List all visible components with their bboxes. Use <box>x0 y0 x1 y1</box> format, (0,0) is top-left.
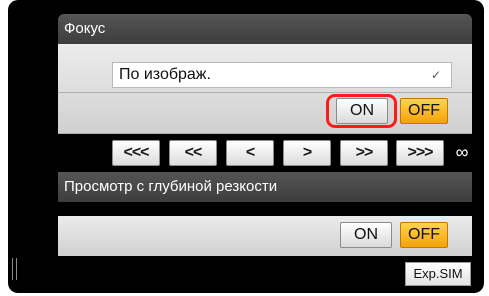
divider <box>58 92 472 93</box>
chevron-down-icon: ✓ <box>430 68 441 82</box>
infinity-icon: ∞ <box>455 142 469 162</box>
focus-on-highlight <box>326 94 397 128</box>
dof-off-button[interactable]: OFF <box>400 222 448 248</box>
focus-section-header: Фокус <box>58 14 472 44</box>
focus-near-1-button[interactable]: > <box>283 140 331 166</box>
focus-near-3-button[interactable]: >>> <box>396 140 444 166</box>
focus-far-3-button[interactable]: <<< <box>112 140 160 166</box>
dof-on-button[interactable]: ON <box>340 222 392 248</box>
exposure-simulation-badge: Exp.SIM <box>405 262 471 286</box>
dof-preview-section-header: Просмотр с глубиной резкости <box>58 172 472 202</box>
resize-grip-icon[interactable] <box>12 258 20 280</box>
focus-off-button[interactable]: OFF <box>400 98 448 124</box>
divider <box>58 133 472 134</box>
focus-near-2-button[interactable]: >> <box>340 140 388 166</box>
focus-mode-select[interactable]: По изображ. ✓ <box>112 62 452 88</box>
focus-mode-select-value: По изображ. <box>119 66 211 83</box>
focus-far-1-button[interactable]: < <box>226 140 274 166</box>
focus-far-2-button[interactable]: << <box>169 140 217 166</box>
